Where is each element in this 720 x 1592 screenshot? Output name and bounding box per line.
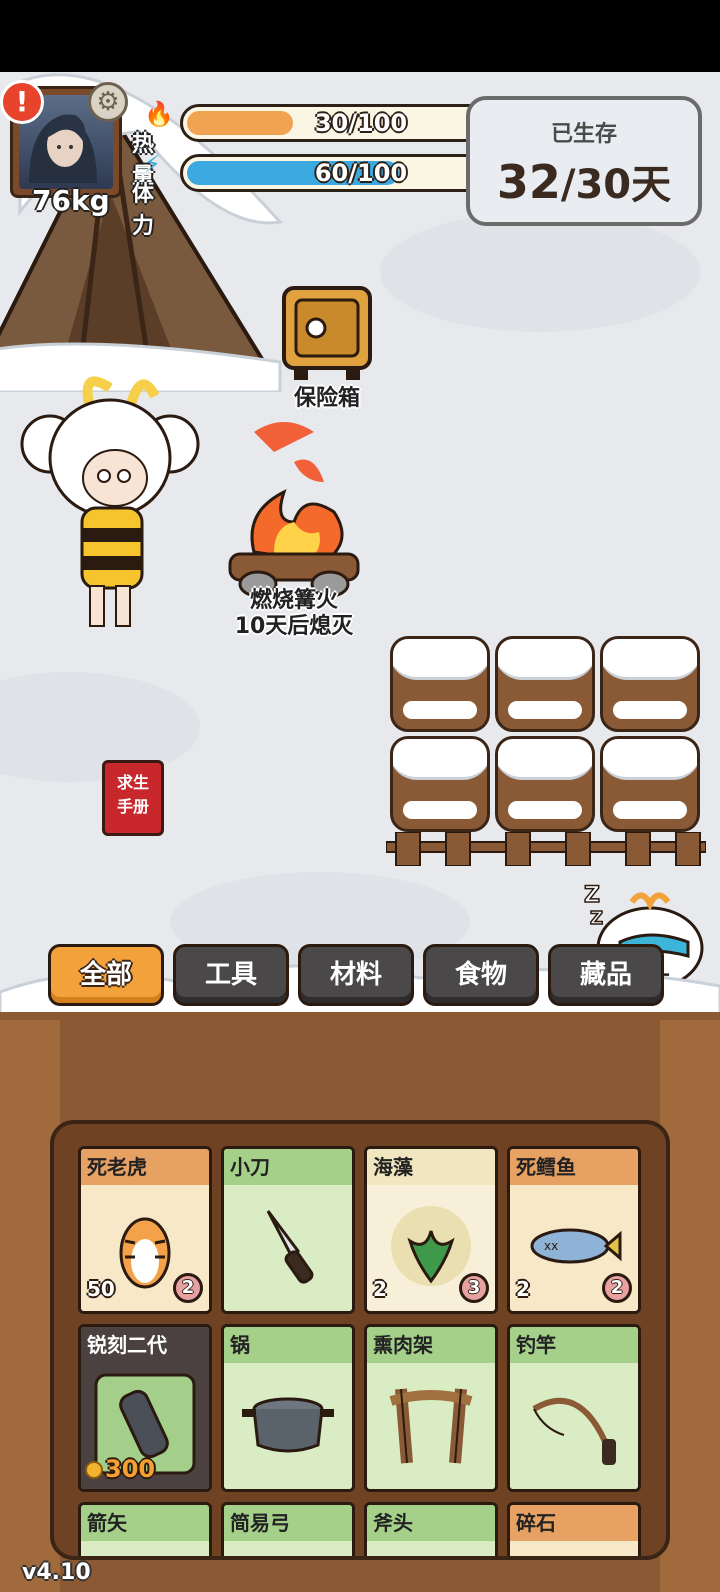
inventory-grid: 死老虎 50 2 小刀 海藻 2 3 死鳕鱼 xx 2 2 锐刻二代 300 锅熏肉架 钓竿 箭矢 简易弓 斧头碎…	[78, 1146, 650, 1556]
item-name: 死鳕鱼	[510, 1149, 638, 1187]
item-body	[367, 1541, 495, 1556]
survival-manual-button[interactable]: 求生 手册	[102, 760, 164, 836]
days-target: /30天	[560, 162, 672, 208]
svg-text:Z: Z	[590, 908, 603, 929]
item-card[interactable]: 钓竿	[507, 1324, 641, 1492]
snow-crate[interactable]	[600, 636, 700, 732]
item-name: 简易弓	[224, 1505, 352, 1543]
item-card[interactable]: 小刀	[221, 1146, 355, 1314]
fishing-rod-icon	[524, 1379, 624, 1473]
player-weight: 76kg	[32, 184, 110, 217]
snow-patch	[0, 672, 200, 782]
item-body: xx 2 2	[510, 1185, 638, 1311]
svg-text:xx: xx	[544, 1239, 558, 1253]
inventory-board: 死老虎 50 2 小刀 海藻 2 3 死鳕鱼 xx 2 2 锐刻二代 300 锅熏肉架 钓竿 箭矢 简易弓 斧头碎…	[50, 1120, 670, 1560]
item-body	[224, 1363, 352, 1489]
item-durability: 2	[373, 1277, 387, 1301]
knife-icon	[248, 1201, 328, 1295]
version-label: v4.10	[22, 1560, 91, 1585]
item-count-badge: 2	[602, 1273, 632, 1303]
survival-title: 已生存	[550, 122, 617, 147]
item-name: 斧头	[367, 1505, 495, 1543]
item-body	[367, 1363, 495, 1489]
campfire-icon[interactable]	[224, 412, 364, 602]
pot-icon	[238, 1389, 338, 1463]
item-card[interactable]: 死老虎 50 2	[78, 1146, 212, 1314]
manual-line1: 求生	[116, 773, 149, 792]
cod-icon: xx	[526, 1216, 622, 1280]
safe-icon[interactable]	[280, 284, 374, 384]
item-name: 锅	[224, 1327, 352, 1365]
item-body	[224, 1541, 352, 1556]
item-name: 海藻	[367, 1149, 495, 1187]
item-card[interactable]: 斧头	[364, 1502, 498, 1556]
campfire-line2: 10天后熄灭	[234, 614, 354, 639]
item-name: 死老虎	[81, 1149, 209, 1187]
item-card[interactable]: 锐刻二代 300	[78, 1324, 212, 1492]
svg-text:Z: Z	[584, 883, 600, 908]
tab-3[interactable]: 食物	[423, 944, 539, 1006]
stamina-label: 体力	[132, 182, 155, 239]
item-card[interactable]: 碎石	[507, 1502, 641, 1556]
days-survived: 32	[496, 155, 561, 209]
item-durability: 50	[87, 1277, 115, 1301]
alert-badge[interactable]: !	[0, 80, 44, 124]
item-name: 箭矢	[81, 1505, 209, 1543]
flame-icon: 🔥	[144, 100, 174, 128]
item-body	[224, 1185, 352, 1311]
safe-label: 保险箱	[293, 386, 360, 411]
snow-crate[interactable]	[390, 736, 490, 832]
item-card[interactable]: 死鳕鱼 xx 2 2	[507, 1146, 641, 1314]
item-body: 23	[367, 1185, 495, 1311]
item-body	[81, 1541, 209, 1556]
snow-crate[interactable]	[600, 736, 700, 832]
item-body	[510, 1363, 638, 1489]
item-price: 300	[85, 1455, 155, 1483]
item-count-badge: 3	[459, 1273, 489, 1303]
item-name: 锐刻二代	[81, 1327, 209, 1365]
item-name: 钓竿	[510, 1327, 638, 1365]
item-name: 小刀	[224, 1149, 352, 1187]
tab-4[interactable]: 藏品	[548, 944, 664, 1006]
item-card[interactable]: 熏肉架	[364, 1324, 498, 1492]
gear-icon[interactable]: ⚙	[88, 82, 128, 122]
item-card[interactable]: 简易弓	[221, 1502, 355, 1556]
rack-icon	[381, 1379, 481, 1473]
survival-days: 32/30天	[470, 152, 698, 210]
item-body: 300	[81, 1363, 209, 1489]
item-durability: 2	[516, 1277, 530, 1301]
campfire-status: 燃烧篝火 10天后熄灭	[214, 588, 374, 640]
category-tabs: 全部 工具 材料 食物 藏品	[48, 944, 678, 1008]
manual-line2: 手册	[116, 797, 149, 816]
item-card[interactable]: 海藻 2 3	[364, 1146, 498, 1314]
item-name: 碎石	[510, 1505, 638, 1543]
fence-icon	[386, 832, 706, 866]
tiger-icon	[105, 1201, 185, 1295]
item-card[interactable]: 锅	[221, 1324, 355, 1492]
player-character-icon[interactable]	[20, 368, 200, 658]
survival-panel: 已生存 32/30天	[466, 96, 702, 226]
snow-crate[interactable]	[390, 636, 490, 732]
tab-2[interactable]: 材料	[298, 944, 414, 1006]
item-price-value: 300	[105, 1455, 156, 1483]
tab-0[interactable]: 全部	[48, 944, 164, 1006]
snow-crate[interactable]	[495, 636, 595, 732]
item-name: 熏肉架	[367, 1327, 495, 1365]
status-bar	[0, 0, 720, 72]
lightning-icon: ⚡	[144, 150, 161, 178]
snow-crate[interactable]	[495, 736, 595, 832]
coin-icon	[85, 1461, 103, 1479]
tab-1[interactable]: 工具	[173, 944, 289, 1006]
item-body: 50 2	[81, 1185, 209, 1311]
item-body	[510, 1541, 638, 1556]
snow-patch	[380, 212, 700, 332]
campfire-line1: 燃烧篝火	[249, 588, 338, 613]
item-count-badge: 2	[173, 1273, 203, 1303]
item-card[interactable]: 箭矢	[78, 1502, 212, 1556]
